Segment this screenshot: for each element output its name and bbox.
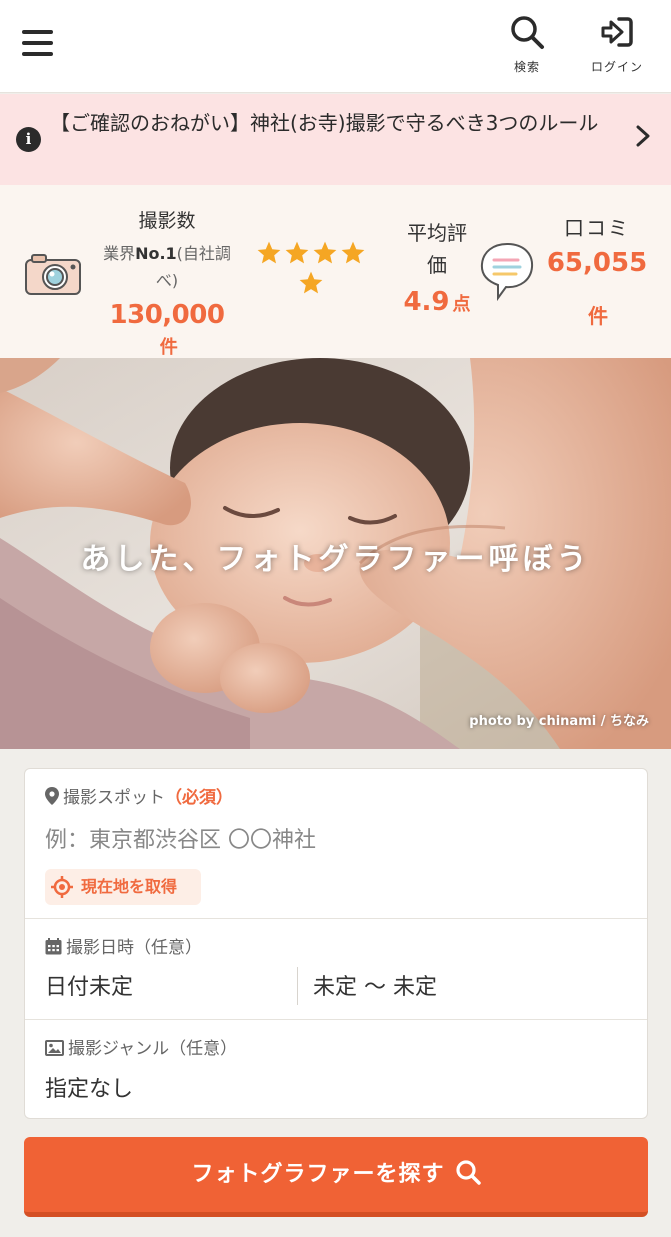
divider [25, 918, 647, 919]
star-icon [341, 241, 365, 264]
search-icon [455, 1160, 481, 1185]
hero-image: あした、フォトグラファー呼ぼう photo by chinami / ちなみ [0, 358, 671, 749]
reviews-unit: 件 [588, 304, 608, 328]
spot-input[interactable] [45, 821, 629, 859]
site-header: 検索 ログイン [0, 0, 671, 93]
divider [25, 1019, 647, 1020]
photo-credit: photo by chinami / ちなみ [469, 714, 649, 729]
shoot-count-subtitle: 業界No.1(自社調べ) [103, 244, 231, 290]
notice-banner[interactable]: i 【ご確認のおねがい】神社(お寺)撮影で守るべき3つのルール [0, 94, 671, 185]
search-icon [511, 16, 544, 49]
average-rating-title: 平均評価 [407, 221, 467, 277]
genre-field-label: 撮影ジャンル（任意） [45, 1034, 237, 1059]
date-field-label: 撮影日時（任意） [45, 933, 202, 958]
divider [297, 967, 298, 1005]
hero-tagline: あした、フォトグラファー呼ぼう [80, 542, 591, 577]
average-rating-value: 4.9 点 [403, 287, 471, 317]
star-icon [313, 241, 337, 264]
hamburger-menu-icon[interactable] [22, 30, 56, 60]
date-select[interactable]: 日付未定 [45, 969, 133, 1001]
search-label: 検索 [513, 60, 540, 74]
find-photographer-label: フォトグラファーを探す [191, 1162, 445, 1187]
search-form: 撮影スポット（必須） 現在地を取得 撮影日時（任意） 日付未定 未定 ～ 未定 … [24, 768, 648, 1119]
star-icon [285, 241, 309, 264]
location-pin-icon [45, 787, 59, 805]
chevron-right-icon [636, 125, 650, 147]
camera-icon [25, 254, 81, 295]
reviews-title: 口コミ [564, 216, 630, 240]
calendar-icon [45, 938, 62, 955]
star-icon [257, 241, 281, 264]
time-select[interactable]: 未定 ～ 未定 [313, 969, 437, 1001]
spot-field-label: 撮影スポット（必須） [45, 783, 233, 808]
image-icon [45, 1040, 64, 1056]
speech-bubble-icon [480, 242, 534, 302]
star-icon [299, 271, 323, 294]
get-location-label: 現在地を取得 [81, 877, 178, 896]
star-rating [250, 240, 372, 300]
login-label: ログイン [590, 60, 643, 74]
info-icon: i [16, 127, 41, 152]
get-location-button[interactable]: 現在地を取得 [45, 869, 201, 905]
reviews-count: 65,055 [546, 248, 648, 278]
login-icon [601, 17, 633, 47]
genre-select[interactable]: 指定なし [45, 1071, 133, 1103]
find-photographer-button[interactable]: フォトグラファーを探す [24, 1137, 648, 1217]
shoot-count-title: 撮影数 [138, 210, 196, 232]
search-button[interactable]: 検索 [492, 14, 562, 75]
login-button[interactable]: ログイン [582, 14, 652, 75]
crosshair-icon [51, 876, 73, 898]
notice-text: 【ご確認のおねがい】神社(お寺)撮影で守るべき3つのルール [50, 111, 599, 135]
shoot-count-value: 130,000件 [109, 300, 225, 358]
